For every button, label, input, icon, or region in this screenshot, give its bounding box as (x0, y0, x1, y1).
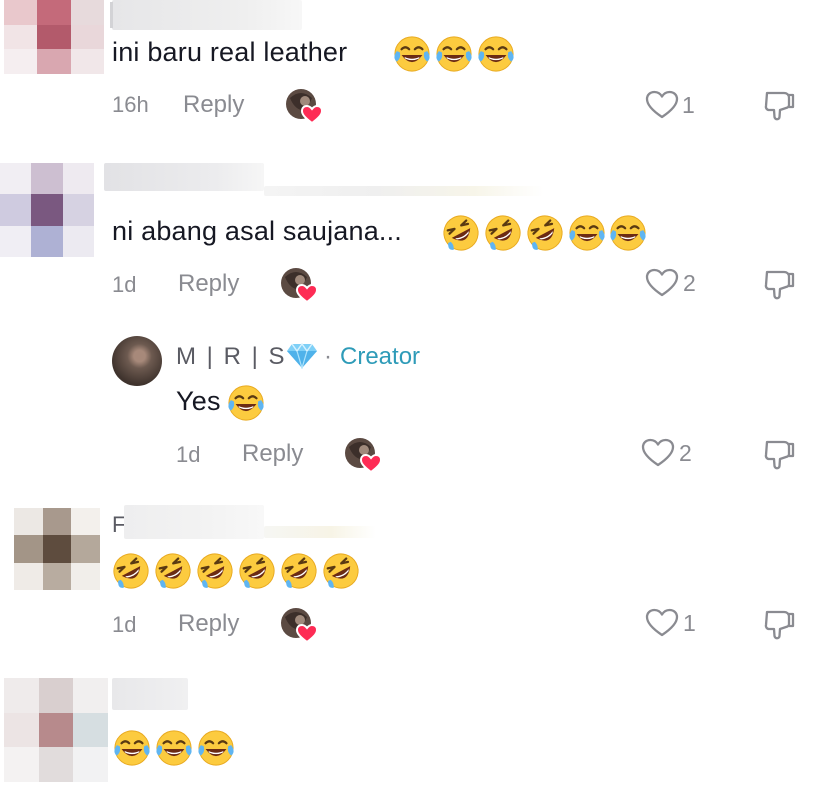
rolling-on-floor-laughing-icon (154, 552, 192, 590)
commenter-avatar[interactable] (4, 678, 108, 782)
heart-outline-icon[interactable] (645, 268, 679, 298)
face-with-tears-of-joy-icon (227, 384, 265, 422)
rolling-on-floor-laughing-icon (280, 552, 318, 590)
name-edge (110, 2, 113, 28)
commenter-badge-blurred (264, 186, 544, 196)
commenter-avatar[interactable] (4, 0, 104, 74)
like-count: 1 (682, 92, 695, 118)
comment-text: Yes (176, 386, 221, 416)
creator-avatar-heart-icon (279, 605, 319, 645)
commenter-avatar[interactable] (0, 163, 94, 257)
rolling-on-floor-laughing-icon (442, 214, 480, 252)
heart-outline-icon[interactable] (645, 608, 679, 638)
thumbs-down-outline-icon[interactable] (762, 268, 796, 302)
comment-text: ini baru real leather (112, 37, 348, 67)
comment-text: ni abang asal saujana... (112, 216, 403, 246)
creator-name[interactable]: M | R | S (176, 343, 286, 371)
diamond-icon (287, 343, 317, 369)
rolling-on-floor-laughing-icon (322, 552, 360, 590)
heart-outline-icon[interactable] (641, 438, 675, 468)
thumbs-down-outline-icon[interactable] (762, 438, 796, 472)
rolling-on-floor-laughing-icon (526, 214, 564, 252)
creator-avatar-heart-icon (284, 86, 324, 126)
rolling-on-floor-laughing-icon (484, 214, 522, 252)
face-with-tears-of-joy-icon (609, 214, 647, 252)
rolling-on-floor-laughing-icon (112, 552, 150, 590)
commenter-name-blurred[interactable] (124, 505, 264, 539)
rolling-on-floor-laughing-icon (196, 552, 234, 590)
comment-timestamp: 1d (112, 272, 137, 297)
reply-button[interactable]: Reply (242, 440, 303, 468)
like-count: 2 (679, 440, 692, 466)
comment-timestamp: 1d (112, 612, 137, 637)
commenter-name-blurred[interactable] (112, 0, 302, 30)
reply-button[interactable]: Reply (178, 270, 239, 298)
heart-outline-icon[interactable] (645, 90, 679, 120)
face-with-tears-of-joy-icon (197, 729, 235, 767)
like-count: 2 (683, 270, 696, 296)
commenter-badge-blurred (264, 526, 376, 538)
comment-timestamp: 1d (176, 442, 201, 467)
rolling-on-floor-laughing-icon (238, 552, 276, 590)
commenter-name-blurred[interactable] (112, 678, 188, 710)
face-with-tears-of-joy-icon (113, 729, 151, 767)
reply-button[interactable]: Reply (178, 610, 239, 638)
comment-timestamp: 16h (112, 92, 149, 117)
commenter-avatar[interactable] (14, 508, 100, 590)
face-with-tears-of-joy-icon (477, 35, 515, 73)
creator-avatar-heart-icon (279, 265, 319, 305)
creator-label: Creator (340, 343, 421, 370)
face-with-tears-of-joy-icon (568, 214, 606, 252)
face-with-tears-of-joy-icon (435, 35, 473, 73)
face-with-tears-of-joy-icon (393, 35, 431, 73)
creator-avatar[interactable] (112, 336, 162, 386)
separator-dot: · (324, 343, 332, 370)
thumbs-down-outline-icon[interactable] (762, 608, 796, 642)
commenter-name-blurred[interactable] (104, 163, 264, 191)
face-with-tears-of-joy-icon (155, 729, 193, 767)
creator-avatar-heart-icon (343, 435, 383, 475)
reply-button[interactable]: Reply (183, 91, 244, 119)
like-count: 1 (683, 610, 696, 636)
thumbs-down-outline-icon[interactable] (762, 89, 796, 123)
